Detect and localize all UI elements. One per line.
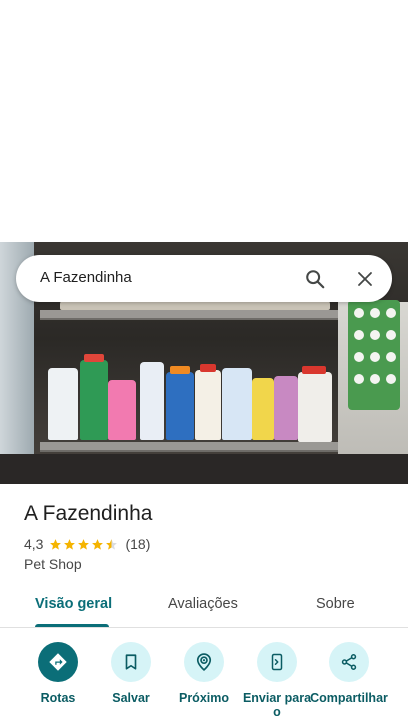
photo-shelf-bottom bbox=[40, 442, 340, 452]
search-icon[interactable] bbox=[302, 266, 328, 292]
rating-stars bbox=[49, 538, 119, 551]
photo-bottle-cap bbox=[200, 364, 216, 372]
close-icon[interactable] bbox=[352, 266, 378, 292]
search-bar[interactable]: A Fazendinha bbox=[16, 255, 392, 302]
action-bar: Rotas Salvar Próximo Enviar para o Compa… bbox=[0, 640, 408, 726]
star-icon bbox=[50, 538, 62, 550]
photo-floor bbox=[0, 454, 408, 484]
star-icon bbox=[92, 538, 104, 550]
tab-bar: Visão geral Avaliações Sobre bbox=[0, 586, 408, 628]
tab-about[interactable]: Sobre bbox=[316, 596, 355, 612]
tab-overview[interactable]: Visão geral bbox=[35, 596, 112, 612]
photo-bottle bbox=[274, 376, 298, 440]
bookmark-icon bbox=[125, 654, 137, 670]
reviews-count: (18) bbox=[125, 536, 151, 552]
photo-bottle bbox=[252, 378, 274, 440]
star-icon bbox=[78, 538, 90, 550]
save-button[interactable]: Salvar bbox=[91, 642, 171, 705]
directions-label: Rotas bbox=[40, 691, 76, 705]
photo-bottle bbox=[166, 372, 194, 440]
photo-right-rack bbox=[348, 300, 400, 410]
photo-shelf-top bbox=[40, 310, 340, 320]
place-title: A Fazendinha bbox=[24, 502, 153, 525]
search-input[interactable]: A Fazendinha bbox=[40, 269, 132, 286]
tab-reviews[interactable]: Avaliações bbox=[168, 596, 238, 612]
save-label: Salvar bbox=[112, 691, 150, 705]
directions-icon bbox=[49, 653, 67, 671]
photo-bottle bbox=[195, 370, 221, 440]
photo-bottle-cap bbox=[84, 354, 104, 362]
send-to-phone-button[interactable]: Enviar para o bbox=[237, 642, 317, 719]
photo-bottle bbox=[80, 360, 108, 440]
photo-bottle bbox=[140, 362, 164, 440]
photo-bottle bbox=[298, 372, 332, 442]
share-button[interactable]: Compartilhar bbox=[309, 642, 389, 705]
nearby-button[interactable]: Próximo bbox=[164, 642, 244, 705]
nearby-label: Próximo bbox=[178, 691, 229, 705]
send-to-phone-label: Enviar para o bbox=[242, 691, 312, 719]
share-icon bbox=[341, 654, 357, 670]
directions-button[interactable]: Rotas bbox=[18, 642, 98, 705]
rating-row[interactable]: 4,3 (18) bbox=[24, 536, 150, 552]
half-star-icon bbox=[106, 538, 118, 550]
photo-bottle bbox=[48, 368, 78, 440]
photo-bottle bbox=[222, 368, 252, 440]
place-category: Pet Shop bbox=[24, 556, 82, 572]
photo-bottle-cap bbox=[302, 366, 326, 374]
active-tab-indicator bbox=[35, 624, 109, 627]
share-label: Compartilhar bbox=[310, 691, 388, 705]
rating-value: 4,3 bbox=[24, 536, 44, 552]
photo-bottle-cap bbox=[170, 366, 190, 374]
star-icon bbox=[64, 538, 76, 550]
send-to-phone-icon bbox=[271, 653, 283, 671]
nearby-icon bbox=[196, 653, 212, 672]
photo-bottle bbox=[108, 380, 136, 440]
